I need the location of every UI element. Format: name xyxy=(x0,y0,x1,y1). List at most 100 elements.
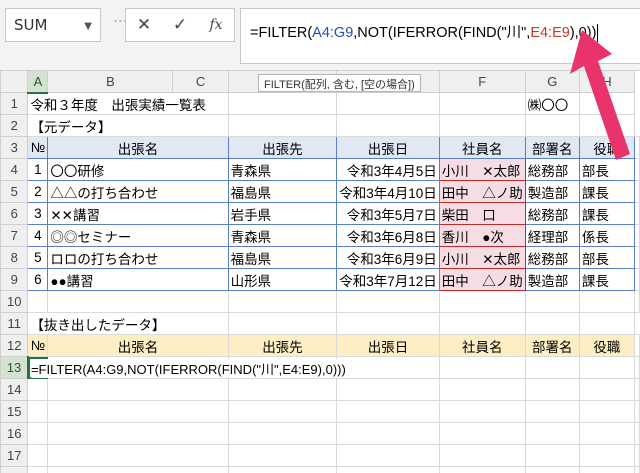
table-cell[interactable]: 田中 △ノ助 xyxy=(438,180,526,203)
cell[interactable] xyxy=(47,400,229,423)
cell[interactable] xyxy=(27,290,49,313)
cell[interactable] xyxy=(438,312,526,335)
cell[interactable] xyxy=(578,400,636,423)
chevron-down-icon[interactable]: ▼ xyxy=(84,21,92,32)
cell[interactable] xyxy=(578,422,636,445)
cell[interactable] xyxy=(634,334,640,357)
cell[interactable] xyxy=(336,92,440,115)
cell[interactable] xyxy=(524,356,580,379)
cell[interactable] xyxy=(336,444,440,467)
cell[interactable] xyxy=(578,356,636,379)
cell[interactable] xyxy=(438,444,526,467)
insert-function-icon[interactable]: fx xyxy=(202,17,230,33)
table-cell[interactable]: 製造部 xyxy=(524,180,580,203)
cell[interactable] xyxy=(524,312,580,335)
header-destination[interactable]: 出張先 xyxy=(227,136,338,159)
cell[interactable] xyxy=(524,290,580,313)
cell[interactable] xyxy=(27,422,49,445)
table-cell[interactable]: 製造部 xyxy=(524,268,580,291)
extract-header-destination[interactable]: 出張先 xyxy=(227,334,338,357)
cell[interactable] xyxy=(634,246,640,269)
cell[interactable] xyxy=(578,290,636,313)
cell[interactable] xyxy=(27,400,49,423)
cell[interactable] xyxy=(438,290,526,313)
row-header[interactable]: 5 xyxy=(0,180,29,203)
cell[interactable] xyxy=(524,378,580,401)
table-cell[interactable]: 福島県 xyxy=(227,180,338,203)
cell[interactable] xyxy=(47,378,229,401)
table-cell[interactable]: 小川 ✕太郎 xyxy=(438,158,526,181)
cell[interactable] xyxy=(634,180,640,203)
row-header[interactable]: 1 xyxy=(0,92,29,115)
cell[interactable] xyxy=(47,422,229,445)
cell[interactable] xyxy=(336,422,440,445)
row-header[interactable]: 16 xyxy=(0,422,29,445)
cell[interactable] xyxy=(27,444,49,467)
table-cell[interactable]: 香川 ●次 xyxy=(438,224,526,247)
cancel-icon[interactable]: ✕ xyxy=(130,15,158,35)
cell[interactable] xyxy=(438,422,526,445)
header-date[interactable]: 出張日 xyxy=(336,136,440,159)
cell[interactable] xyxy=(524,422,580,445)
table-cell[interactable]: ◎◎セミナー xyxy=(47,224,229,247)
cell[interactable] xyxy=(634,202,640,225)
cell[interactable] xyxy=(634,224,640,247)
cell[interactable] xyxy=(336,290,440,313)
table-cell[interactable]: 3 xyxy=(27,202,49,225)
table-cell[interactable]: 山形県 xyxy=(227,268,338,291)
cell[interactable] xyxy=(227,422,338,445)
row-header-active[interactable]: 13 xyxy=(0,356,29,379)
table-cell[interactable]: 2 xyxy=(27,180,49,203)
table-cell[interactable]: 小川 ✕太郎 xyxy=(438,246,526,269)
cell[interactable] xyxy=(438,356,526,379)
header-employee[interactable]: 社員名 xyxy=(438,136,526,159)
table-cell[interactable]: 課長 xyxy=(578,202,636,225)
table-cell[interactable]: 〇〇研修 xyxy=(47,158,229,181)
cell[interactable] xyxy=(438,92,526,115)
cell[interactable] xyxy=(336,378,440,401)
extract-header-no[interactable]: № xyxy=(27,334,49,357)
table-cell[interactable]: 部長 xyxy=(578,246,636,269)
cell[interactable] xyxy=(336,400,440,423)
extract-label-cell[interactable]: 【抜き出したデータ】 xyxy=(27,312,229,335)
extract-header-trip-name[interactable]: 出張名 xyxy=(47,334,229,357)
table-cell[interactable]: ●●講習 xyxy=(47,268,229,291)
row-header[interactable]: 7 xyxy=(0,224,29,247)
cell[interactable] xyxy=(47,290,229,313)
row-header[interactable]: 11 xyxy=(0,312,29,335)
cell[interactable] xyxy=(438,400,526,423)
table-cell[interactable]: ロロの打ち合わせ xyxy=(47,246,229,269)
table-cell[interactable]: 総務部 xyxy=(524,202,580,225)
row-header[interactable]: 4 xyxy=(0,158,29,181)
cell[interactable] xyxy=(634,400,640,423)
cell[interactable] xyxy=(336,312,440,335)
row-header[interactable]: 9 xyxy=(0,268,29,291)
cell[interactable] xyxy=(438,466,526,473)
active-cell-a13[interactable]: =FILTER(A4:G9,NOT(IFERROR(FIND("川",E4:E9… xyxy=(27,356,346,379)
table-cell[interactable]: 課長 xyxy=(578,268,636,291)
cell[interactable] xyxy=(578,312,636,335)
cell[interactable] xyxy=(227,466,338,473)
row-header[interactable]: 17 xyxy=(0,444,29,467)
row-header[interactable]: 14 xyxy=(0,378,29,401)
cell[interactable] xyxy=(27,466,49,473)
cell[interactable] xyxy=(634,422,640,445)
table-cell[interactable]: 係長 xyxy=(578,224,636,247)
row-header[interactable]: 15 xyxy=(0,400,29,423)
table-cell[interactable]: 令和3年4月5日 xyxy=(336,158,440,181)
table-cell[interactable]: 青森県 xyxy=(227,158,338,181)
extract-header-position[interactable]: 役職 xyxy=(578,334,636,357)
cell[interactable] xyxy=(47,444,229,467)
col-header-c[interactable]: C xyxy=(172,70,229,93)
cell[interactable] xyxy=(438,114,526,137)
cell[interactable] xyxy=(634,466,640,473)
sheet-title-cell[interactable]: 令和３年度 出張実績一覧表 xyxy=(27,92,229,115)
table-cell[interactable]: 令和3年4月10日 xyxy=(336,180,440,203)
table-cell[interactable]: 令和3年7月12日 xyxy=(336,268,440,291)
cell[interactable] xyxy=(438,378,526,401)
cell[interactable] xyxy=(227,312,338,335)
cell[interactable] xyxy=(578,444,636,467)
row-header[interactable]: 3 xyxy=(0,136,29,159)
row-header[interactable]: 8 xyxy=(0,246,29,269)
cell[interactable] xyxy=(227,114,338,137)
